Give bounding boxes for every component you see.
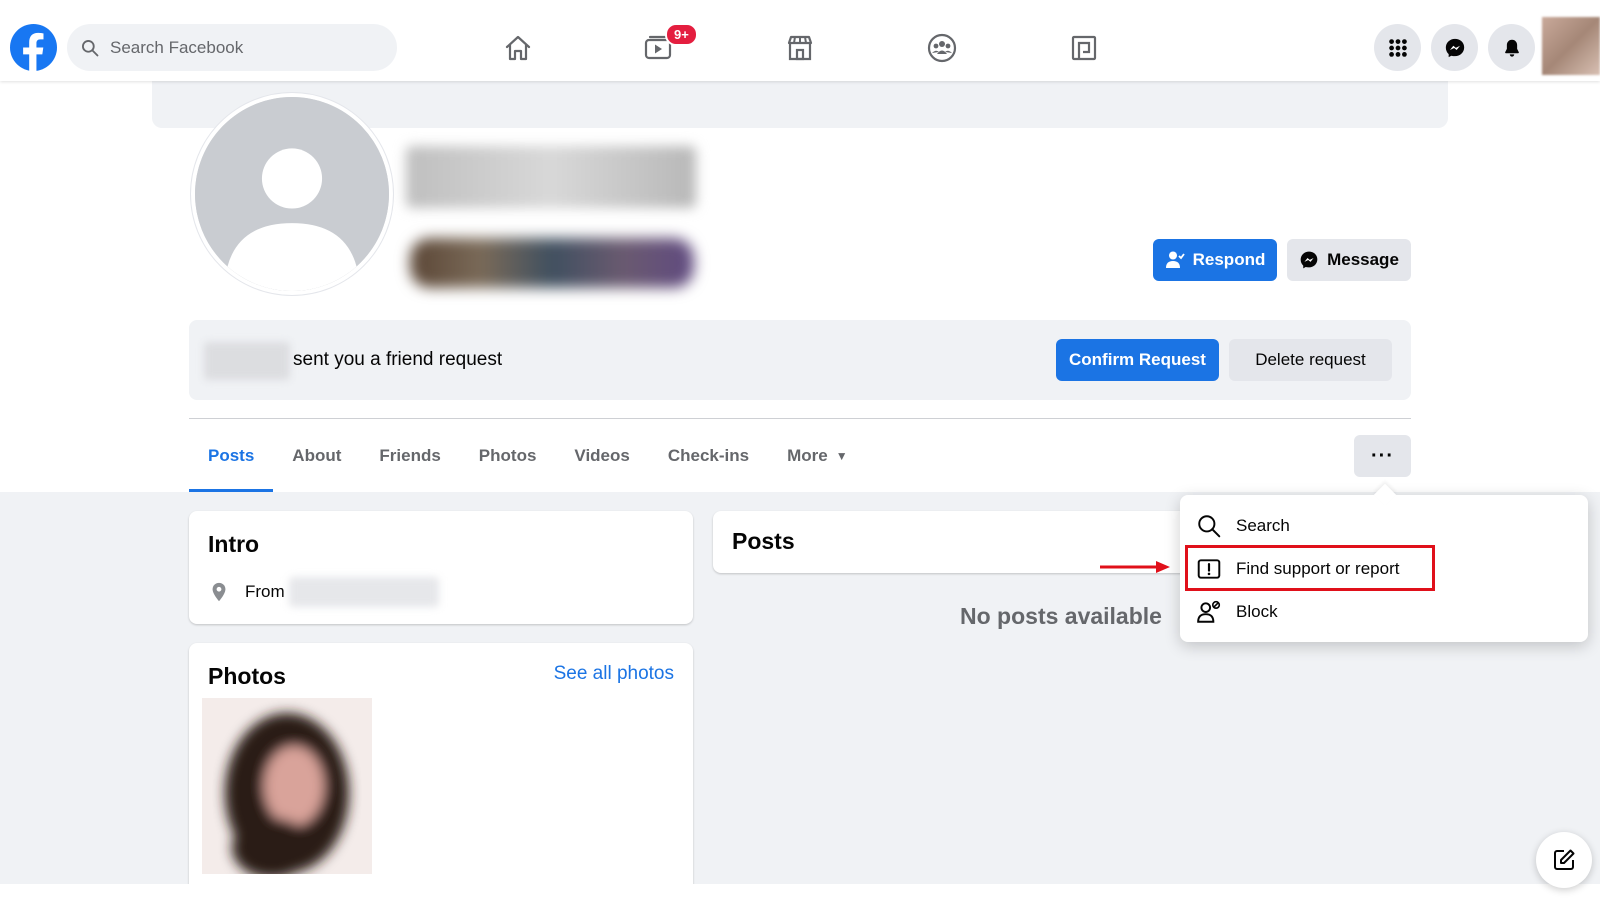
tab-photos-label: Photos	[478, 445, 537, 465]
account-avatar[interactable]	[1542, 17, 1600, 75]
more-options-button[interactable]: ···	[1354, 435, 1411, 477]
search-icon	[1198, 515, 1221, 538]
confirm-request-label: Confirm Request	[1069, 350, 1206, 369]
nav-home[interactable]	[462, 20, 574, 76]
menu-item-block[interactable]: Block	[1196, 592, 1436, 632]
search-input[interactable]	[110, 37, 350, 58]
posts-title: Posts	[732, 528, 795, 554]
tab-check-ins-label: Check-ins	[667, 445, 750, 465]
see-all-photos-link[interactable]: See all photos	[554, 663, 674, 685]
nav-marketplace[interactable]	[744, 20, 856, 76]
photo-thumbnail[interactable]	[202, 698, 372, 874]
respond-button[interactable]: Respond	[1153, 239, 1277, 281]
tab-about[interactable]: About	[273, 419, 360, 492]
tab-check-ins[interactable]: Check-ins	[649, 419, 768, 492]
tab-videos[interactable]: Videos	[555, 419, 648, 492]
gaming-icon	[1071, 35, 1097, 61]
confirm-request-button[interactable]: Confirm Request	[1056, 339, 1219, 381]
photo-image	[202, 698, 372, 874]
menu-item-search[interactable]: Search	[1196, 506, 1436, 546]
location-pin-icon	[212, 582, 226, 602]
tab-friends[interactable]: Friends	[360, 419, 459, 492]
profile-header: Respond Message sent you a friend reques…	[0, 81, 1600, 492]
menu-grid-icon	[1388, 38, 1407, 57]
menu-button[interactable]	[1374, 24, 1421, 71]
search-icon	[82, 39, 99, 56]
groups-icon	[927, 33, 957, 63]
tab-posts-label: Posts	[208, 445, 255, 465]
friend-request-text: sent you a friend request	[293, 349, 503, 370]
search-bar[interactable]	[67, 24, 397, 71]
nav-gaming[interactable]	[1028, 20, 1140, 76]
default-avatar-icon	[195, 97, 389, 291]
no-posts-text: No posts available	[960, 603, 1162, 629]
marketplace-icon	[787, 35, 813, 61]
watch-badge: 9+	[665, 23, 698, 46]
messenger-icon	[1445, 38, 1464, 57]
notifications-icon	[1504, 39, 1519, 57]
delete-request-button[interactable]: Delete request	[1229, 339, 1392, 381]
profile-tabs: Posts About Friends Photos Videos Check-…	[189, 419, 867, 492]
tab-more[interactable]: More ▼	[768, 419, 867, 492]
menu-item-block-label: Block	[1236, 602, 1278, 621]
nav-watch[interactable]: 9+	[602, 20, 714, 76]
menu-item-search-label: Search	[1236, 516, 1290, 535]
block-user-icon	[1197, 600, 1221, 623]
intro-card: Intro From	[189, 511, 693, 624]
tab-posts[interactable]: Posts	[189, 419, 274, 492]
more-options-label: ···	[1371, 444, 1394, 467]
message-label: Message	[1327, 250, 1399, 269]
messenger-button[interactable]	[1431, 24, 1478, 71]
profile-name-redacted	[406, 146, 696, 208]
intro-from-row: From	[208, 577, 439, 607]
bottom-strip	[0, 884, 1600, 900]
intro-title: Intro	[208, 531, 260, 557]
delete-request-label: Delete request	[1255, 350, 1366, 369]
compose-icon	[1554, 849, 1575, 870]
message-button[interactable]: Message	[1287, 239, 1411, 281]
requester-name-redacted	[204, 342, 290, 380]
tab-more-label: More	[787, 445, 828, 465]
caret-down-icon: ▼	[835, 448, 848, 463]
facebook-logo-icon[interactable]	[10, 24, 57, 72]
nav-groups[interactable]	[886, 20, 998, 76]
tab-videos-label: Videos	[574, 445, 630, 465]
messenger-icon	[1300, 251, 1318, 269]
mutual-friends-redacted	[410, 238, 694, 288]
tab-about-label: About	[292, 445, 342, 465]
intro-location-redacted	[288, 577, 439, 607]
new-message-button[interactable]	[1536, 832, 1592, 888]
annotation-arrow-icon	[1100, 561, 1170, 573]
photos-card: Photos See all photos	[189, 643, 693, 893]
profile-picture[interactable]	[191, 93, 393, 295]
tab-friends-label: Friends	[379, 445, 441, 465]
highlight-box	[1185, 545, 1435, 591]
friend-request-bar: sent you a friend request Confirm Reques…	[189, 320, 1411, 400]
top-navigation-bar: 9+	[0, 0, 1600, 81]
tab-photos[interactable]: Photos	[460, 419, 556, 492]
home-icon	[505, 35, 531, 61]
photos-title: Photos	[208, 663, 286, 689]
add-friend-icon	[1165, 251, 1185, 268]
intro-from-label: From	[245, 582, 285, 601]
respond-label: Respond	[1192, 250, 1266, 269]
notifications-button[interactable]	[1488, 24, 1535, 71]
